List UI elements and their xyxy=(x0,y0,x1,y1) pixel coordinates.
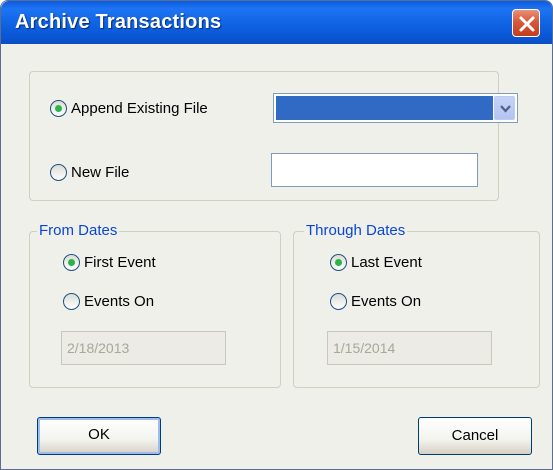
chevron-down-icon xyxy=(500,105,511,113)
cancel-button[interactable]: Cancel xyxy=(418,417,532,455)
last-event-label: Last Event xyxy=(351,254,422,271)
first-event-radio[interactable]: First Event xyxy=(63,254,156,271)
last-event-radio[interactable]: Last Event xyxy=(330,254,422,271)
window-title: Archive Transactions xyxy=(15,11,222,33)
radio-unchecked-indicator xyxy=(50,164,67,181)
radio-checked-indicator xyxy=(50,100,67,117)
new-file-input[interactable] xyxy=(271,153,478,187)
through-dates-legend: Through Dates xyxy=(304,222,408,239)
radio-checked-indicator xyxy=(63,254,80,271)
radio-unchecked-indicator xyxy=(63,293,80,310)
close-icon xyxy=(519,16,535,32)
through-date-field[interactable]: 1/15/2014 xyxy=(327,331,492,365)
through-events-on-label: Events On xyxy=(351,293,422,310)
from-date-field[interactable]: 2/18/2013 xyxy=(61,331,226,365)
ok-button[interactable]: OK xyxy=(37,417,161,455)
first-event-label: First Event xyxy=(84,254,156,271)
radio-checked-indicator xyxy=(330,254,347,271)
new-file-radio[interactable]: New File xyxy=(50,164,129,181)
dropdown-button[interactable] xyxy=(494,96,515,120)
title-bar[interactable]: Archive Transactions xyxy=(1,1,552,44)
close-button[interactable] xyxy=(512,9,540,37)
from-events-on-label: Events On xyxy=(84,293,155,310)
new-file-label: New File xyxy=(71,164,130,181)
from-dates-legend: From Dates xyxy=(37,222,120,239)
archive-transactions-dialog: Archive Transactions Append Existing Fil… xyxy=(0,0,553,470)
radio-unchecked-indicator xyxy=(330,293,347,310)
append-existing-file-label: Append Existing File xyxy=(71,100,208,117)
from-events-on-radio[interactable]: Events On xyxy=(63,293,154,310)
existing-file-value xyxy=(276,96,493,120)
through-events-on-radio[interactable]: Events On xyxy=(330,293,421,310)
existing-file-dropdown[interactable] xyxy=(273,93,518,123)
append-existing-file-radio[interactable]: Append Existing File xyxy=(50,100,208,117)
